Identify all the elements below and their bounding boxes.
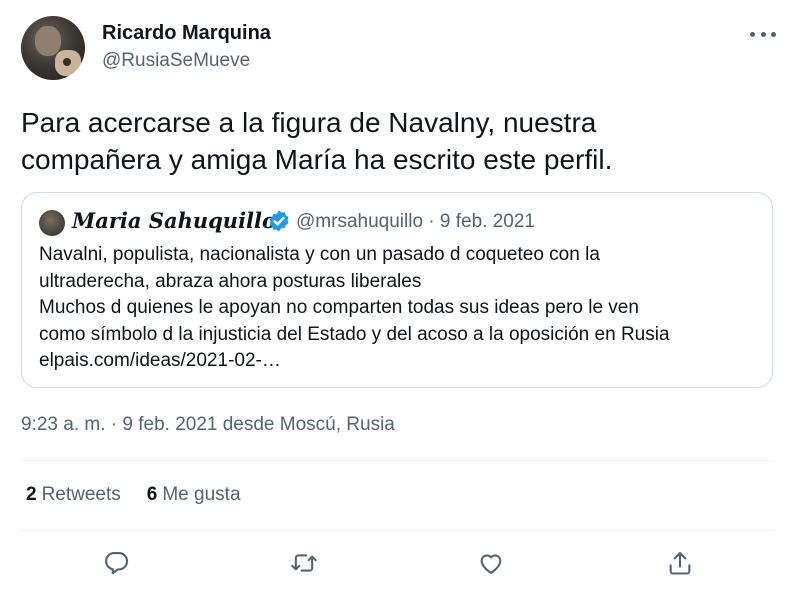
avatar-dog — [55, 50, 81, 76]
quoted-text-line: como símbolo d la injusticia del Estado … — [39, 323, 670, 345]
quoted-date: 9 feb. 2021 — [439, 211, 535, 232]
tweet-text: Para acercarse a la figura de Navalny, n… — [21, 104, 761, 178]
avatar-face — [35, 26, 61, 56]
quoted-author-avatar — [39, 210, 65, 236]
tweet-timestamp[interactable]: 9:23 a. m. · 9 feb. 2021 desde Moscú, Ru… — [21, 414, 395, 436]
quoted-meta: @mrsahuquillo · 9 feb. 2021 — [296, 211, 535, 233]
quoted-text-line: Muchos d quienes le apoyan no comparten … — [39, 297, 639, 318]
quoted-link[interactable]: elpais.com/ideas/2021-02-… — [39, 348, 759, 375]
tweet-text-line-2: compañera y amiga María ha escrito este … — [21, 144, 613, 175]
like-icon[interactable] — [477, 549, 505, 577]
more-horizontal-icon[interactable] — [750, 22, 776, 46]
author-avatar[interactable] — [21, 16, 85, 80]
quoted-tweet[interactable]: Maria Sahuquillo @mrsahuquillo · 9 feb. … — [21, 192, 773, 388]
engagement-stats: 2 Retweets 6 Me gusta — [26, 484, 241, 506]
quoted-separator: · — [428, 211, 435, 232]
quoted-text: Navalni, populista, nacionalista y con u… — [39, 242, 759, 375]
quoted-text-line: Navalni, populista, nacionalista y con u… — [39, 244, 600, 265]
likes-count: 6 — [146, 484, 158, 505]
verified-badge-icon — [267, 209, 291, 233]
likes-stat[interactable]: 6 Me gusta — [147, 484, 241, 506]
retweets-stat[interactable]: 2 Retweets — [26, 484, 121, 506]
action-bar — [21, 542, 775, 582]
author-handle[interactable]: @RusiaSeMueve — [102, 50, 250, 72]
likes-label: Me gusta — [162, 484, 241, 505]
share-icon[interactable] — [666, 549, 694, 577]
author-name[interactable]: Ricardo Marquina — [102, 22, 271, 45]
reply-icon[interactable] — [102, 549, 130, 577]
tweet-text-line-1: Para acercarse a la figura de Navalny, n… — [21, 107, 597, 138]
divider — [21, 460, 775, 461]
quoted-text-line: ultraderecha, abraza ahora posturas libe… — [39, 270, 422, 292]
quoted-handle: @mrsahuquillo — [296, 211, 424, 232]
quoted-author-name: Maria Sahuquillo — [72, 208, 277, 233]
divider — [21, 530, 775, 531]
retweets-label: Retweets — [41, 484, 121, 505]
retweet-icon[interactable] — [290, 549, 318, 577]
retweets-count: 2 — [26, 484, 37, 505]
